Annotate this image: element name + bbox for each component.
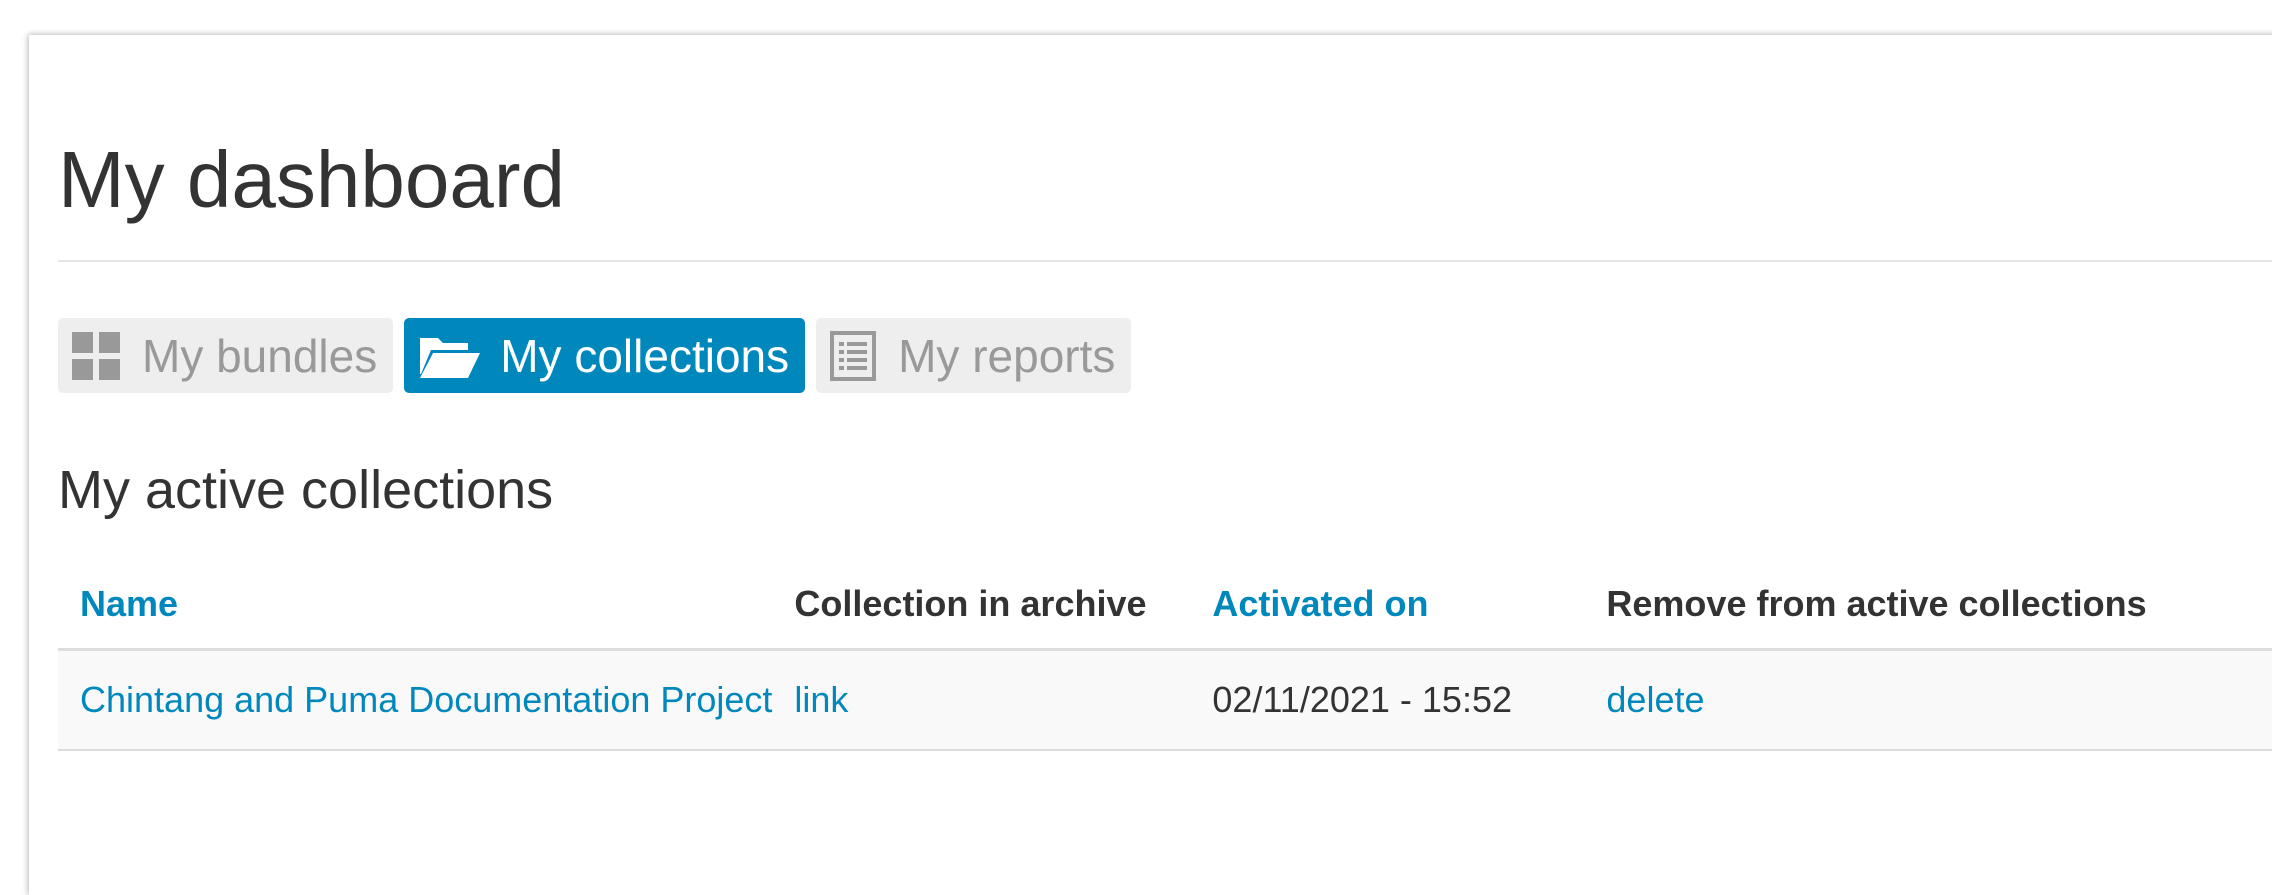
title-divider <box>58 260 2272 262</box>
column-header-activated-on[interactable]: Activated on <box>1190 560 1585 651</box>
tab-my-reports[interactable]: My reports <box>816 318 1132 393</box>
table-header-row: Name Collection in archive Activated on … <box>58 560 2272 651</box>
dashboard-tabs: My bundles My collections My reports <box>58 318 1132 393</box>
cell-archive: link <box>772 649 1191 751</box>
tab-label: My reports <box>898 329 1116 382</box>
section-title: My active collections <box>58 460 554 520</box>
page-title: My dashboard <box>58 135 565 224</box>
tab-my-collections[interactable]: My collections <box>404 318 806 393</box>
folder-open-icon <box>418 332 482 380</box>
column-header-collection-in-archive: Collection in archive <box>772 560 1191 651</box>
grid-icon <box>72 331 120 380</box>
table-row: Chintang and Puma Documentation Project … <box>58 649 2272 751</box>
tab-my-bundles[interactable]: My bundles <box>58 318 394 393</box>
column-header-remove: Remove from active collections <box>1584 560 2272 651</box>
delete-link[interactable]: delete <box>1606 679 1704 720</box>
collection-name-link[interactable]: Chintang and Puma Documentation Project <box>80 679 772 720</box>
archive-link[interactable]: link <box>794 679 848 720</box>
active-collections-table: Name Collection in archive Activated on … <box>58 560 2272 751</box>
cell-remove: delete <box>1584 649 2272 751</box>
tab-label: My bundles <box>142 329 378 382</box>
cell-activated-on: 02/11/2021 - 15:52 <box>1190 649 1585 751</box>
list-icon <box>830 330 877 381</box>
tab-label: My collections <box>500 329 790 382</box>
cell-name: Chintang and Puma Documentation Project <box>58 649 773 751</box>
column-header-name[interactable]: Name <box>58 560 773 651</box>
